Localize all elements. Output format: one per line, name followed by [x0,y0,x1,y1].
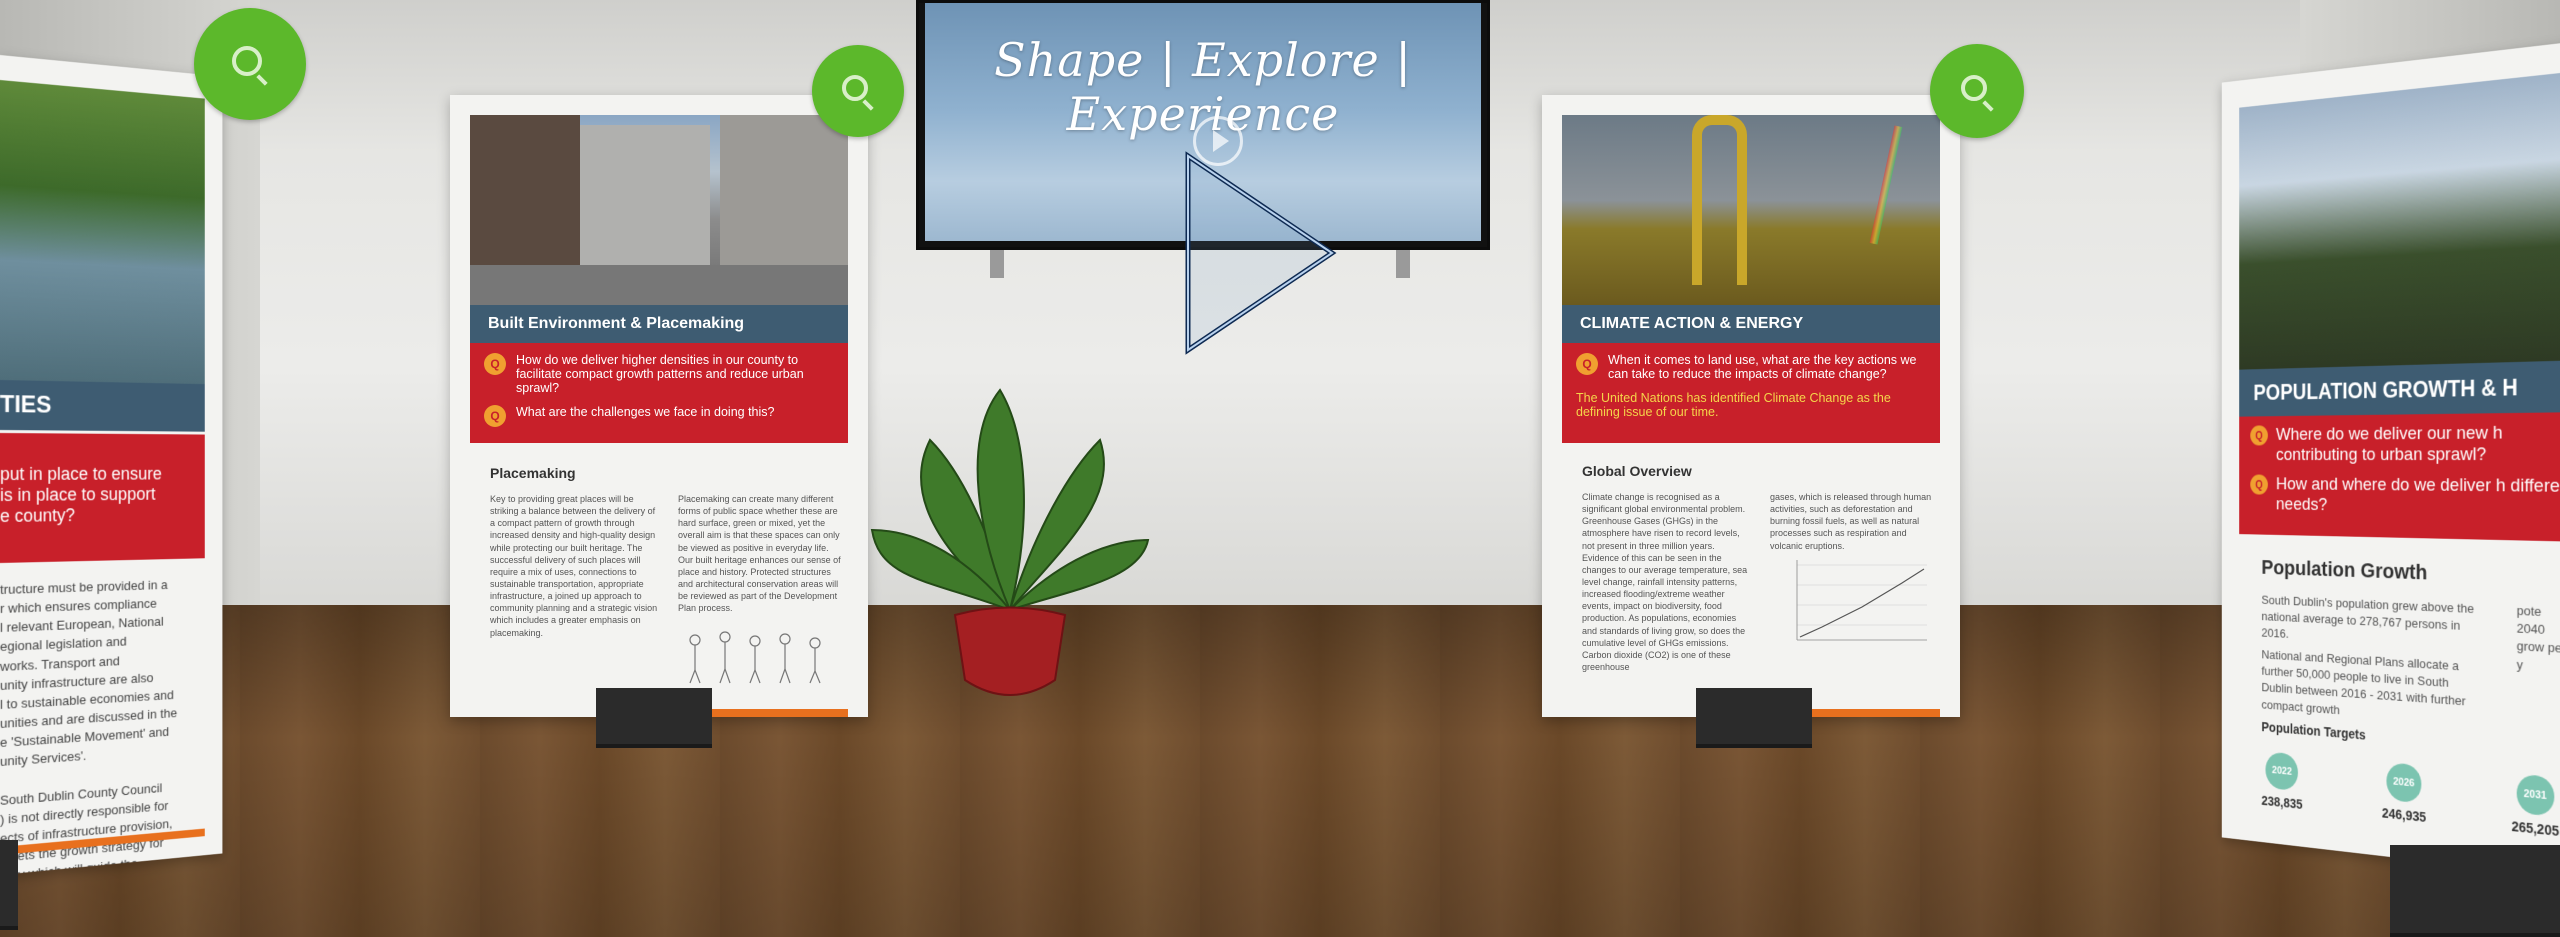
panel-photo-field [1562,115,1940,305]
people-sketch [689,631,821,684]
screen-leg-left [990,250,1004,278]
body-column-2: Placemaking can create many different fo… [678,494,841,614]
panel-question-text: put in place to ensure is in place to su… [0,464,162,526]
body-column-1: Climate change is recognised as a signif… [1582,492,1748,672]
panel-question-box: Q Where do we deliver our new h contribu… [2239,411,2560,543]
population-targets: 2022 238,835 2026 246,935 2031 265,205 [2261,751,2559,839]
target-value: 265,205 [2511,818,2560,839]
question-row: Q How do we deliver higher densities in … [484,353,834,395]
population-targets-title: Population Targets [2261,719,2366,743]
zoom-icon[interactable] [1930,44,2024,138]
panel-stand [596,688,712,748]
question-text: How and where do we deliver h different … [2275,474,2560,515]
screen-leg-right [1396,250,1410,278]
q-icon: Q [1576,353,1598,375]
panel-orange-strip [712,709,848,717]
building-left [470,115,580,265]
panel-header-partial: TIES [0,380,205,432]
potted-plant [870,388,1150,696]
panel-orange-strip [1804,709,1940,717]
section-title: Placemaking [490,465,576,481]
question-text: Where do we deliver our new h contributi… [2275,422,2503,465]
body-column-2: gases, which is released through human a… [1770,492,1932,551]
population-para-2: National and Regional Plans allocate a f… [2261,647,2466,717]
zoom-lens [1961,75,1987,101]
target-value: 246,935 [2381,805,2427,825]
zoom-handle [862,99,874,111]
building-right [720,115,848,285]
zoom-icon[interactable] [812,45,904,137]
question-text: What are the challenges we face in doing… [516,405,775,419]
panel-photo-crowd [2239,69,2560,370]
target-year: 2026 [2386,762,2422,804]
panel-question-box: Q How do we deliver higher densities in … [470,343,848,443]
panel-photo-buildings [470,115,848,305]
section-title: Global Overview [1582,463,1692,479]
target-item: 2022 238,835 [2261,751,2303,812]
question-text: When it comes to land use, what are the … [1608,353,1917,381]
panel-header-text: CLIMATE ACTION & ENERGY [1580,315,1804,332]
panel-stand-left [0,840,18,930]
zoom-lens [842,75,868,101]
panel-climate-action[interactable]: CLIMATE ACTION & ENERGY Q When it comes … [1542,95,1960,717]
question-row: Q How and where do we deliver h differen… [2250,474,2560,521]
target-item: 2026 246,935 [2382,762,2426,825]
target-year: 2031 [2516,773,2555,817]
zoom-icon[interactable] [194,8,306,120]
panel-header-text: POPULATION GROWTH & H [2253,374,2518,405]
yellow-frame [1692,115,1747,285]
rainbow [1869,125,1903,245]
population-side-text: pote 2040 grow per y [2516,603,2560,672]
panel-stand [1696,688,1812,748]
plaza [470,265,848,305]
panel-infrastructure-partial[interactable]: TIES put in place to ensure is in place … [0,55,223,875]
question-row: Q Where do we deliver our new h contribu… [2250,422,2560,466]
zoom-handle [256,74,268,86]
panel-question-box-partial: put in place to ensure is in place to su… [0,433,205,563]
panel-built-environment[interactable]: Built Environment & Placemaking Q How do… [450,95,868,717]
wooden-floor [0,605,2560,937]
play-icon[interactable] [1180,150,1340,360]
question-row: Q When it comes to land use, what are th… [1576,353,1926,381]
q-icon: Q [2250,425,2268,446]
panel-header: POPULATION GROWTH & H [2239,359,2560,417]
panel-question-box: Q When it comes to land use, what are th… [1562,343,1940,443]
panel-header-text: Built Environment & Placemaking [488,315,745,332]
target-value: 238,835 [2261,792,2303,812]
panel-header: Built Environment & Placemaking [470,305,848,343]
highlight-text: The United Nations has identified Climat… [1576,391,1891,419]
panel-population-growth[interactable]: POPULATION GROWTH & H Q Where do we deli… [2221,40,2560,880]
q-icon: Q [484,405,506,427]
panel-header: CLIMATE ACTION & ENERGY [1562,305,1940,343]
panel-header-text: TIES [0,391,52,419]
target-year: 2022 [2265,751,2299,792]
q-icon: Q [2250,474,2268,495]
target-item: 2031 265,205 [2511,773,2559,839]
q-icon: Q [484,353,506,375]
panel-photo-lake [0,80,205,385]
mini-line-chart [1796,560,1927,641]
zoom-lens [232,46,262,76]
panel-stand-right [2390,845,2560,937]
population-para-1: South Dublin's population grew above the… [2261,592,2475,642]
question-text: How do we deliver higher densities in ou… [516,353,804,395]
body-column-1: Key to providing great places will be st… [490,494,658,638]
section-title: Population Growth [2261,555,2428,585]
zoom-handle [1982,100,1994,112]
question-row: Q What are the challenges we face in doi… [484,405,834,427]
building-center [580,125,710,285]
